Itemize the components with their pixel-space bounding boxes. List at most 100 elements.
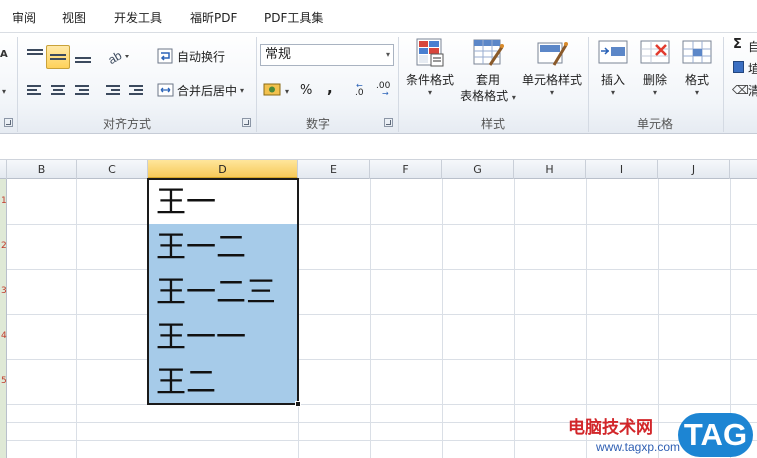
column-header-d[interactable]: D [148, 160, 298, 179]
align-center-icon[interactable] [51, 83, 67, 97]
number-format-dropdown-icon[interactable]: ▾ [386, 45, 390, 65]
cells-group-label: 单元格 [637, 117, 674, 131]
font-color-dropdown-icon[interactable]: ▾ [2, 87, 6, 96]
cell-styles-button[interactable]: 单元格样式 ▾ [519, 37, 585, 97]
watermark-site-name: 电脑技术网 [568, 418, 653, 438]
format-as-table-button[interactable]: 套用 表格格式 ▾ [459, 37, 517, 106]
tab-review[interactable]: 审阅 [12, 9, 36, 26]
cell-d4[interactable]: 王一一 [156, 316, 246, 360]
align-left-icon[interactable] [27, 83, 43, 97]
merge-center-icon [157, 83, 174, 97]
align-right-icon[interactable] [75, 83, 91, 97]
format-as-table-label-2: 表格格式 ▾ [460, 89, 516, 103]
currency-format-icon[interactable] [263, 81, 283, 99]
insert-cells-button[interactable]: 插入 ▾ [594, 37, 632, 97]
delete-cells-button[interactable]: 删除 ▾ [636, 37, 674, 97]
wrap-text-button[interactable]: 自动换行 [157, 45, 225, 67]
wrap-text-icon [157, 48, 173, 64]
align-top-icon[interactable] [27, 47, 43, 61]
number-group-label: 数字 [306, 117, 331, 131]
column-header-c[interactable]: C [77, 160, 148, 179]
eraser-icon[interactable]: ⌫ [732, 83, 749, 97]
fill-handle[interactable] [295, 401, 301, 407]
text-orientation-icon[interactable]: ab [106, 47, 130, 65]
font-size-shrink-icon[interactable]: A [0, 49, 8, 60]
tab-pdf-tools[interactable]: PDF工具集 [264, 9, 323, 26]
column-header-b[interactable]: B [7, 160, 77, 179]
cell-d3[interactable]: 王一二三 [156, 271, 276, 315]
cell-styles-icon [537, 42, 568, 66]
row-header[interactable]: 3 [0, 269, 7, 314]
cell-d2[interactable]: 王一二 [156, 226, 246, 270]
row-header[interactable] [0, 404, 7, 458]
clear-label[interactable]: 清 [748, 82, 757, 99]
row-header[interactable]: 1 [0, 179, 7, 224]
column-header-row: B C D E F G H I J [0, 160, 757, 179]
cell-styles-dropdown-icon[interactable]: ▾ [519, 88, 585, 97]
autosum-icon[interactable]: Σ [733, 37, 742, 52]
svg-text:ab: ab [106, 48, 124, 65]
number-format-value: 常规 [265, 47, 292, 62]
watermark-tag-badge: TAG [678, 413, 753, 457]
decrease-decimal-button[interactable]: .00 → [376, 81, 398, 101]
column-header-g[interactable]: G [442, 160, 514, 179]
font-group-launcher-icon[interactable] [4, 118, 13, 127]
menu-bar: 审阅 视图 开发工具 福昕PDF PDF工具集 [0, 0, 757, 33]
autosum-label[interactable]: 自 [748, 38, 757, 55]
column-header-e[interactable]: E [298, 160, 370, 179]
styles-group-label: 样式 [481, 117, 506, 131]
row-header[interactable]: 2 [0, 224, 7, 269]
site-watermark: 电脑技术网 www.tagxp.com TAG [566, 413, 757, 458]
format-as-table-label-1: 套用 [475, 73, 500, 87]
tab-developer[interactable]: 开发工具 [114, 9, 162, 26]
number-format-select[interactable]: 常规 ▾ [260, 44, 394, 66]
delete-cells-icon [640, 40, 670, 64]
column-header-f[interactable]: F [370, 160, 442, 179]
delete-cells-label: 删除 [642, 73, 667, 87]
cell-d5[interactable]: 王二 [156, 361, 216, 405]
watermark-url: www.tagxp.com [596, 440, 681, 454]
tab-view[interactable]: 视图 [62, 9, 86, 26]
alignment-group-label: 对齐方式 [103, 117, 152, 131]
row-header[interactable]: 5 [0, 359, 7, 404]
delete-dropdown-icon[interactable]: ▾ [636, 88, 674, 97]
format-cells-icon [682, 40, 712, 64]
format-dropdown-icon[interactable]: ▾ [678, 88, 716, 97]
column-header-h[interactable]: H [514, 160, 586, 179]
insert-dropdown-icon[interactable]: ▾ [594, 88, 632, 97]
formula-bar-area[interactable] [0, 134, 757, 160]
format-cells-label: 格式 [684, 73, 709, 87]
tab-foxit-pdf[interactable]: 福昕PDF [190, 9, 237, 26]
increase-decimal-button[interactable]: ← .0 [352, 81, 374, 101]
conditional-format-button[interactable]: 条件格式 ▾ [404, 37, 456, 97]
fill-label[interactable]: 埴 [748, 60, 757, 77]
row-header-corner [0, 160, 7, 179]
ribbon: A ▾ ab 自动换行 合并后居中 ▾ 对齐方式 常规 ▾ ▾ % , ← .0… [0, 33, 757, 134]
column-header-i[interactable]: I [586, 160, 658, 179]
row-header[interactable]: 4 [0, 314, 7, 359]
percent-style-button[interactable]: % [300, 83, 312, 98]
comma-style-button[interactable]: , [327, 79, 333, 97]
column-header-j[interactable]: J [658, 160, 730, 179]
align-middle-icon [50, 52, 66, 66]
format-as-table-icon [473, 39, 504, 66]
merge-center-label: 合并后居中 [177, 83, 238, 98]
merge-dropdown-icon[interactable]: ▾ [240, 86, 244, 95]
alignment-group-launcher-icon[interactable] [242, 118, 251, 127]
insert-cells-icon [598, 40, 628, 64]
number-group-launcher-icon[interactable] [384, 118, 393, 127]
format-cells-button[interactable]: 格式 ▾ [678, 37, 716, 97]
conditional-format-dropdown-icon[interactable]: ▾ [404, 88, 456, 97]
decrease-indent-icon[interactable] [106, 83, 122, 97]
merge-center-button[interactable]: 合并后居中 ▾ [157, 79, 244, 101]
cell-styles-label: 单元格样式 [521, 73, 582, 87]
increase-decimal-label: .0 [355, 88, 364, 98]
fill-icon[interactable] [733, 61, 744, 73]
wrap-text-label: 自动换行 [177, 49, 226, 64]
currency-dropdown-icon[interactable]: ▾ [285, 87, 289, 96]
increase-indent-icon[interactable] [129, 83, 145, 97]
decrease-decimal-arrow-icon: → [382, 89, 389, 98]
cell-d1[interactable]: 王一 [156, 181, 216, 225]
conditional-format-label: 条件格式 [405, 73, 454, 87]
align-bottom-icon[interactable] [75, 55, 91, 69]
